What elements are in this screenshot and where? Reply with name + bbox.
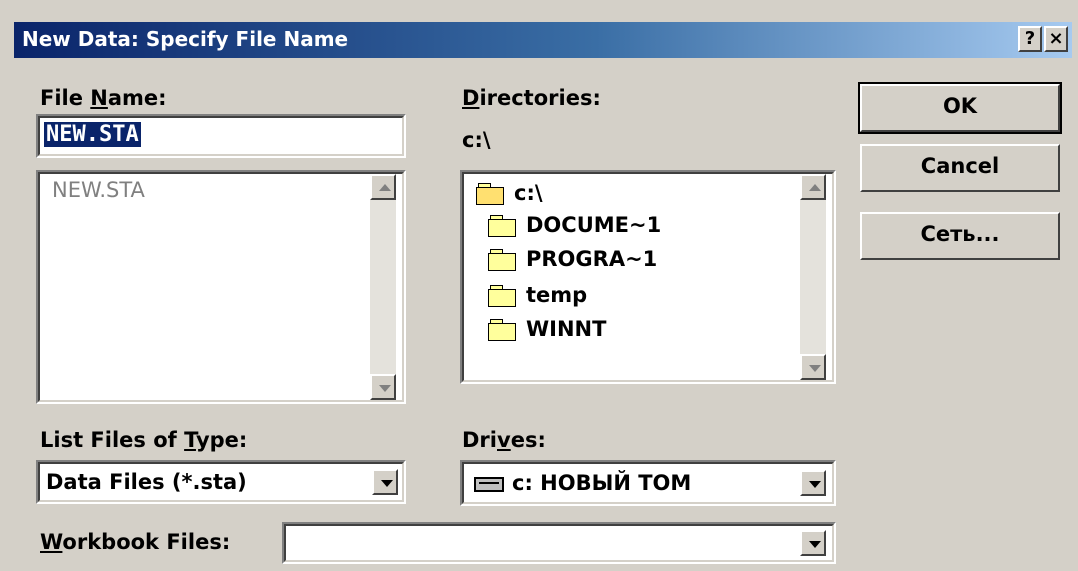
directory-item[interactable]: DOCUME~1 (488, 208, 661, 242)
folder-icon (488, 248, 518, 271)
file-type-label: List Files of Type: (40, 428, 248, 452)
directory-scroll-up-button[interactable] (800, 174, 826, 200)
drives-dropdown-button[interactable] (800, 470, 826, 496)
chevron-down-icon (381, 480, 393, 487)
chevron-down-icon (809, 541, 821, 548)
ok-button[interactable]: OK (858, 82, 1062, 134)
network-button[interactable]: Сеть... (860, 212, 1060, 260)
scroll-up-icon (809, 184, 821, 191)
window-title: New Data: Specify File Name (22, 27, 349, 51)
folder-icon (488, 214, 518, 237)
scroll-up-icon (379, 184, 391, 191)
directories-label: Directories: (462, 86, 601, 110)
directory-item[interactable]: PROGRA~1 (488, 242, 657, 276)
current-directory: c:\ (462, 128, 491, 152)
workbook-files-select[interactable] (282, 522, 836, 564)
chevron-down-icon (809, 481, 821, 488)
file-name-value: NEW.STA (44, 122, 141, 147)
file-name-input[interactable]: NEW.STA (36, 114, 406, 158)
close-button[interactable]: × (1044, 26, 1068, 52)
directory-item[interactable]: WINNT (488, 312, 606, 346)
title-bar[interactable]: New Data: Specify File Name ? × (14, 22, 1072, 58)
drive-icon (474, 476, 504, 492)
file-list[interactable]: NEW.STA (36, 170, 406, 404)
workbook-files-label: Workbook Files: (40, 530, 231, 554)
folder-icon (488, 284, 518, 307)
help-button[interactable]: ? (1018, 26, 1042, 52)
file-name-dialog: New Data: Specify File Name ? × File Nam… (0, 0, 1078, 571)
folder-icon (488, 318, 518, 341)
directory-list-scrollbar[interactable] (800, 174, 826, 380)
scroll-down-icon (809, 365, 821, 372)
workbook-dropdown-button[interactable] (800, 530, 826, 556)
file-name-label: File Name: (40, 86, 167, 110)
directory-item-root[interactable]: c:\ (476, 176, 543, 210)
directory-item[interactable]: temp (488, 278, 587, 312)
drives-select[interactable]: c: НОВЫЙ ТОМ (460, 460, 836, 506)
file-list-scroll-down-button[interactable] (370, 374, 396, 400)
directory-list[interactable]: c:\ DOCUME~1 PROGRA~1 temp WINNT (460, 170, 836, 384)
file-list-item[interactable]: NEW.STA (52, 178, 145, 202)
file-type-select[interactable]: Data Files (*.sta) (36, 460, 406, 504)
scroll-down-icon (379, 385, 391, 392)
file-list-scrollbar[interactable] (370, 174, 396, 400)
file-type-value: Data Files (*.sta) (46, 470, 247, 494)
file-list-scroll-up-button[interactable] (370, 174, 396, 200)
directory-scroll-down-button[interactable] (800, 354, 826, 380)
open-folder-icon (476, 182, 506, 205)
file-type-dropdown-button[interactable] (372, 469, 398, 495)
cancel-button[interactable]: Cancel (860, 144, 1060, 192)
drives-value: c: НОВЫЙ ТОМ (512, 471, 692, 495)
drives-label: Drives: (462, 428, 546, 452)
